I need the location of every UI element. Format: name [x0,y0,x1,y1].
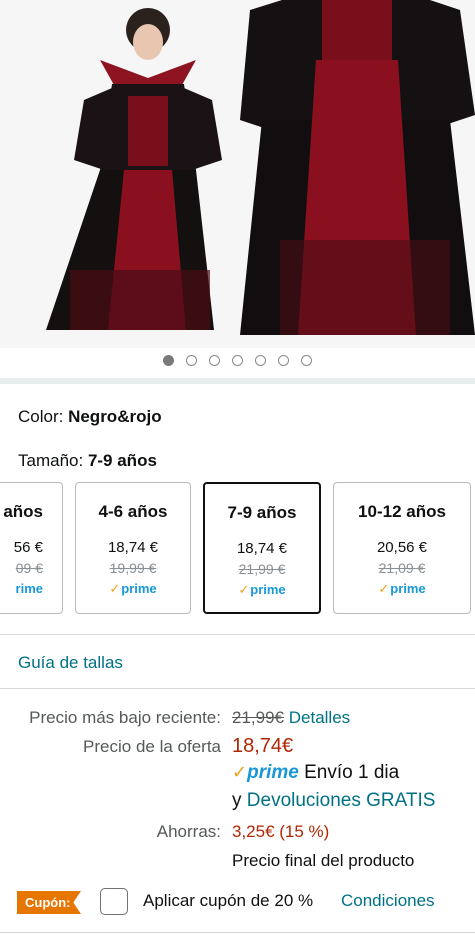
savings-label: Ahorras: [156,822,221,841]
final-price-note: Precio final del producto [232,851,415,870]
color-selection: Color: Negro&rojo [18,407,162,427]
product-photo-child-vampire-costume[interactable] [0,0,240,348]
size-option-price: 20,56 € [376,539,428,556]
gallery-pagination [0,355,475,366]
size-value: 7-9 años [87,451,157,470]
returns-row: y Devoluciones GRATIS [232,790,435,812]
prime-text: prime [121,581,157,596]
size-option-old-price: 21,09 € [378,560,426,576]
prime-check-icon: ✓ [238,582,250,597]
divider [0,932,475,933]
gallery-dot[interactable] [186,355,197,366]
prime-logo: prime [247,762,299,783]
color-label: Color: [18,407,69,426]
offer-price-label: Precio de la oferta [83,737,221,756]
size-option-card-selected[interactable]: 7-9 años 18,74 € 21,99 € ✓prime [203,482,321,614]
free-returns-link[interactable]: Devoluciones GRATIS [247,790,436,811]
size-guide-link[interactable]: Guía de tallas [18,653,123,673]
shipping-text: Envío 1 dia [304,762,400,783]
returns-prefix: y [232,790,242,811]
prime-shipping-row: ✓prime Envío 1 dia [232,762,399,784]
details-link[interactable]: Detalles [289,708,350,727]
size-option-price: 18,74 € [236,540,288,557]
prime-check-icon: ✓ [109,581,121,596]
gallery-dot[interactable] [209,355,220,366]
divider [0,688,475,689]
offer-price-value: 18,74€ [232,735,294,757]
divider [0,634,475,635]
size-option-old-price: 19,99 € [109,560,157,576]
prime-badge: ✓prime [205,582,319,598]
lowest-price-label: Precio más bajo reciente: [29,708,221,727]
size-selection: Tamaño: 7-9 años [18,451,157,471]
size-option-price: 56 € [13,539,43,556]
size-option-card[interactable]: 4-6 años 18,74 € 19,99 € ✓prime [75,482,191,614]
size-option-price: 18,74 € [107,539,159,556]
size-option-label: 7-9 años [227,503,297,522]
size-option-card[interactable]: años 56 € 09 € rime [0,482,63,614]
product-photo-dress-detail[interactable] [240,0,475,348]
apply-coupon-checkbox[interactable] [100,888,128,915]
size-option-label: 4-6 años [98,502,168,521]
prime-text: prime [250,582,286,597]
prime-text: prime [390,581,426,596]
size-option-old-price: 21,99 € [238,561,286,577]
color-value: Negro&rojo [68,407,162,426]
prime-badge: ✓prime [334,581,470,597]
prime-badge: ✓prime [76,581,190,597]
lowest-price-row: 21,99€ Detalles [232,708,350,728]
section-divider [0,378,475,384]
prime-check-icon: ✓ [232,762,248,782]
gallery-dot[interactable] [232,355,243,366]
prime-badge: rime [0,581,62,596]
prime-check-icon: ✓ [378,581,390,596]
gallery-dot[interactable] [163,355,174,366]
gallery-dot[interactable] [255,355,266,366]
gallery-dot[interactable] [301,355,312,366]
size-label: Tamaño: [18,451,88,470]
size-option-label: 10-12 años [358,502,446,521]
size-option-old-price: 09 € [15,560,43,576]
size-option-card[interactable]: 10-12 años 20,56 € 21,09 € ✓prime [333,482,471,614]
product-image-gallery[interactable] [0,0,475,348]
apply-coupon-text[interactable]: Aplicar cupón de 20 % [143,891,313,911]
coupon-badge: Cupón: [17,891,81,914]
prime-text: rime [15,581,43,596]
size-options: años 56 € 09 € rime 4-6 años 18,74 € 19,… [0,482,475,614]
lowest-price-value: 21,99€ [232,708,284,727]
size-option-label: años [3,502,43,521]
coupon-conditions-link[interactable]: Condiciones [341,891,435,911]
savings-value: 3,25€ (15 %) [232,822,330,841]
gallery-dot[interactable] [278,355,289,366]
